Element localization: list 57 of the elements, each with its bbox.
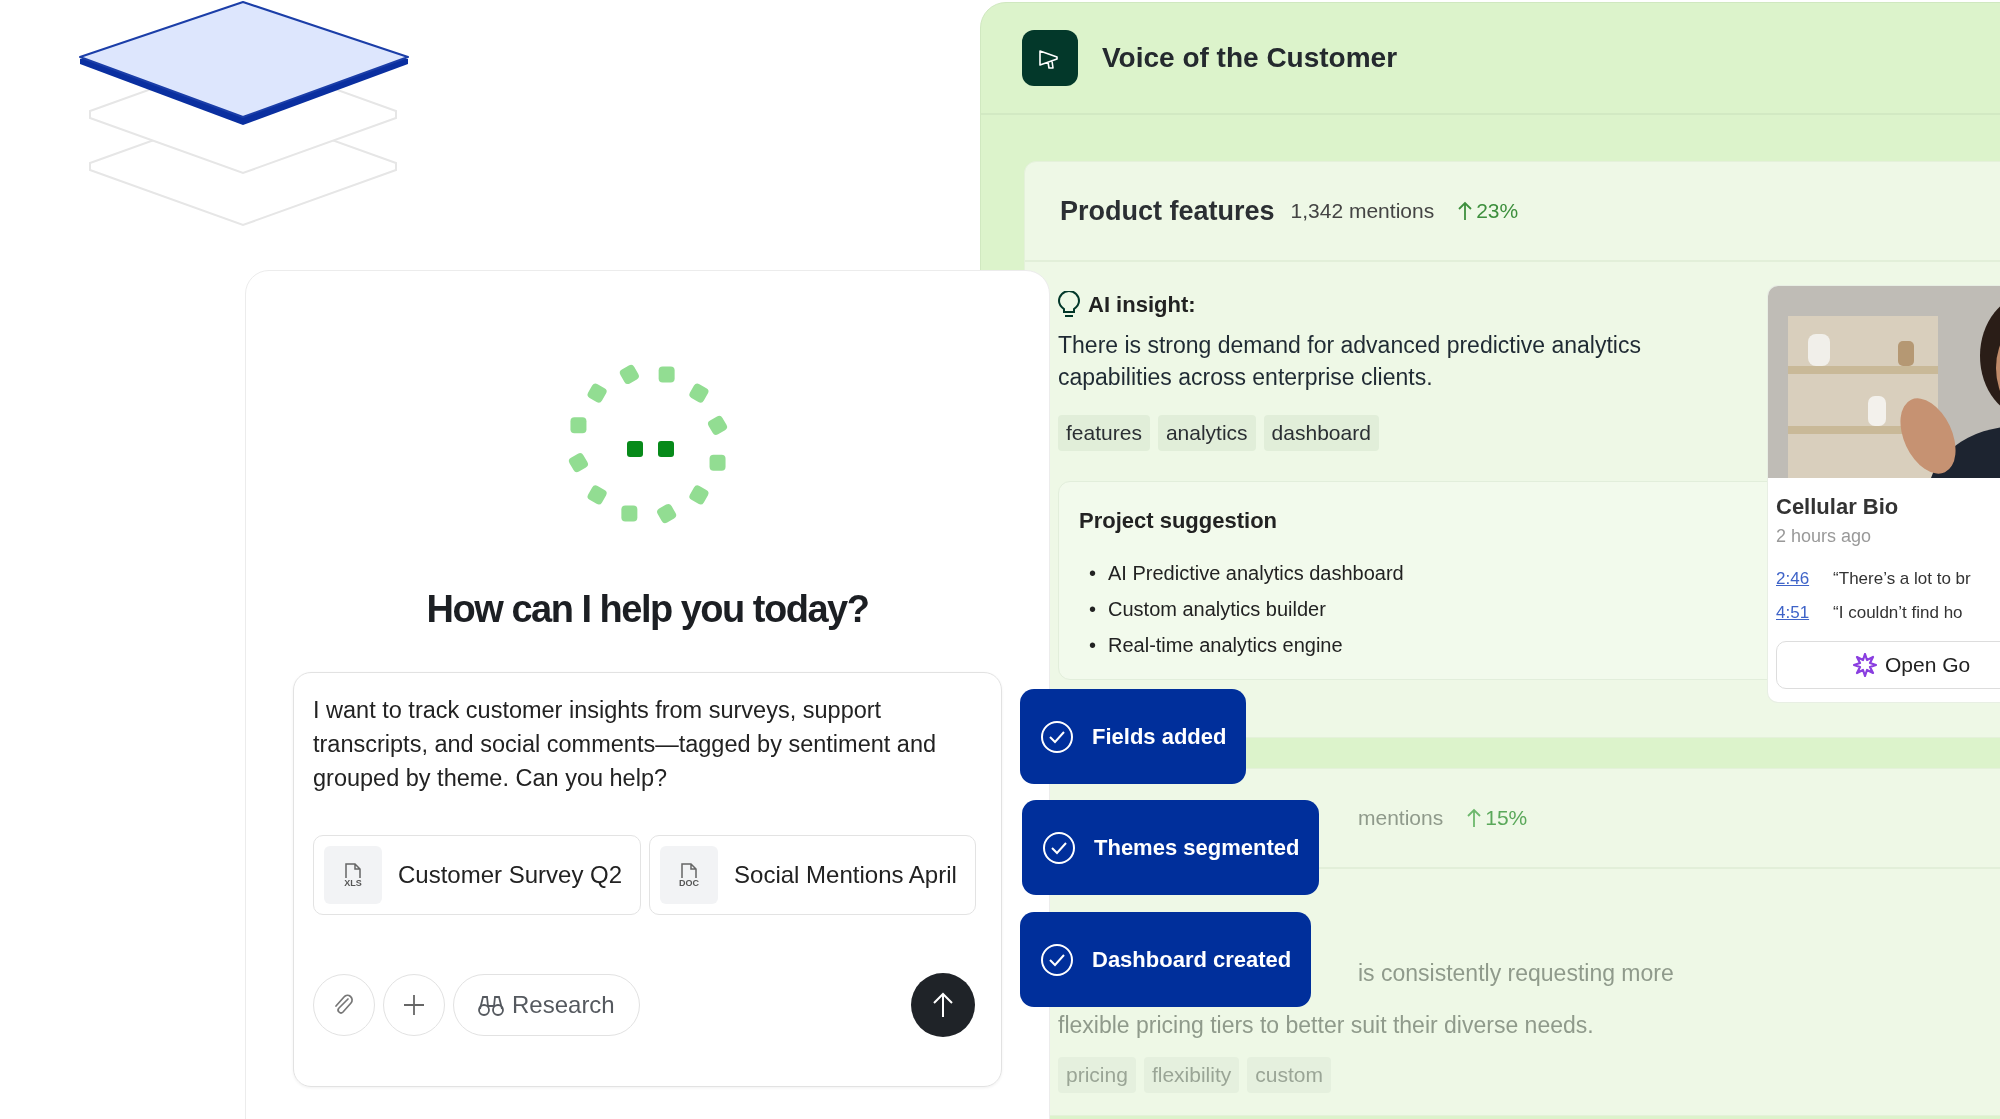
attachment-card[interactable]: DOC Social Mentions April bbox=[649, 835, 976, 915]
check-circle-icon bbox=[1040, 719, 1074, 754]
timestamp-link[interactable]: 4:51 bbox=[1776, 599, 1810, 625]
attachment-name: Customer Survey Q2 bbox=[398, 860, 623, 890]
insight-label: AI insight: bbox=[1088, 291, 1196, 319]
insight-text: There is strong demand for advanced predictive analytics capabilities across enterprise clients. bbox=[1058, 331, 1642, 392]
binoculars-icon bbox=[478, 994, 504, 1016]
check-circle-icon bbox=[1040, 942, 1074, 977]
bullet-mark: • bbox=[1089, 596, 1096, 622]
quote-text: “I couldn’t find ho bbox=[1833, 601, 1963, 624]
check-circle-icon bbox=[1042, 830, 1076, 865]
panel-title: Voice of the Customer bbox=[1102, 41, 1398, 75]
attachment-name: Social Mentions April bbox=[734, 860, 957, 890]
file-type-label: XLS bbox=[344, 878, 362, 888]
plus-icon bbox=[403, 994, 425, 1016]
tag: flexibility bbox=[1143, 1057, 1240, 1093]
arrow-up-icon bbox=[932, 992, 954, 1018]
timestamp-link[interactable]: 2:46 bbox=[1776, 566, 1810, 592]
mention-count: mentions bbox=[1358, 805, 1444, 832]
prompt-text: I want to track customer insights from surveys, support transcripts, and social comments—tagged by sentiment and grouped by theme. Can you help? bbox=[313, 696, 938, 793]
megaphone-icon bbox=[1022, 30, 1078, 86]
bullet-mark: • bbox=[1089, 632, 1096, 658]
toast-label: Fields added bbox=[1092, 723, 1227, 751]
attachment-card[interactable]: XLS Customer Survey Q2 bbox=[313, 835, 642, 915]
chat-heading: How can I help you today? bbox=[425, 587, 870, 632]
suggestion-item: Real-time analytics engine bbox=[1108, 632, 1343, 658]
suggestion-item: AI Predictive analytics dashboard bbox=[1108, 560, 1404, 586]
insight-text: flexible pricing tiers to better suit their diverse needs. bbox=[1058, 1011, 1595, 1040]
tag: analytics bbox=[1157, 415, 1256, 451]
sparkle-icon bbox=[1853, 653, 1877, 677]
file-icon bbox=[344, 862, 362, 879]
tag: dashboard bbox=[1263, 415, 1379, 451]
file-icon bbox=[680, 862, 699, 879]
source-time: 2 hours ago bbox=[1776, 525, 1873, 548]
research-button[interactable]: Research bbox=[453, 974, 640, 1036]
arrow-up-icon bbox=[1467, 808, 1482, 828]
source-name: Cellular Bio bbox=[1776, 493, 1900, 521]
bullet-mark: • bbox=[1089, 560, 1096, 586]
paperclip-icon bbox=[332, 993, 356, 1017]
trend-value: 15% bbox=[1485, 805, 1528, 832]
tag: custom bbox=[1247, 1057, 1331, 1093]
toast-label: Themes segmented bbox=[1094, 834, 1300, 862]
open-button[interactable]: Open Go bbox=[1776, 641, 2000, 689]
toast-label: Dashboard created bbox=[1092, 946, 1292, 974]
mention-count: 1,342 mentions bbox=[1290, 198, 1435, 225]
tag: features bbox=[1058, 415, 1150, 451]
arrow-up-icon bbox=[1458, 201, 1473, 221]
quote-text: “There’s a lot to br bbox=[1833, 568, 1971, 590]
prompt-box[interactable] bbox=[293, 672, 1002, 1087]
lightbulb-icon bbox=[1058, 290, 1080, 319]
file-type-label: DOC bbox=[679, 878, 700, 888]
card-title: Product features bbox=[1060, 194, 1275, 228]
suggestion-item: Custom analytics builder bbox=[1108, 596, 1326, 622]
suggestion-title: Project suggestion bbox=[1079, 506, 1279, 535]
insight-text: is consistently requesting more bbox=[1358, 959, 1675, 988]
trend-value: 23% bbox=[1476, 198, 1519, 225]
tag: pricing bbox=[1058, 1057, 1136, 1093]
